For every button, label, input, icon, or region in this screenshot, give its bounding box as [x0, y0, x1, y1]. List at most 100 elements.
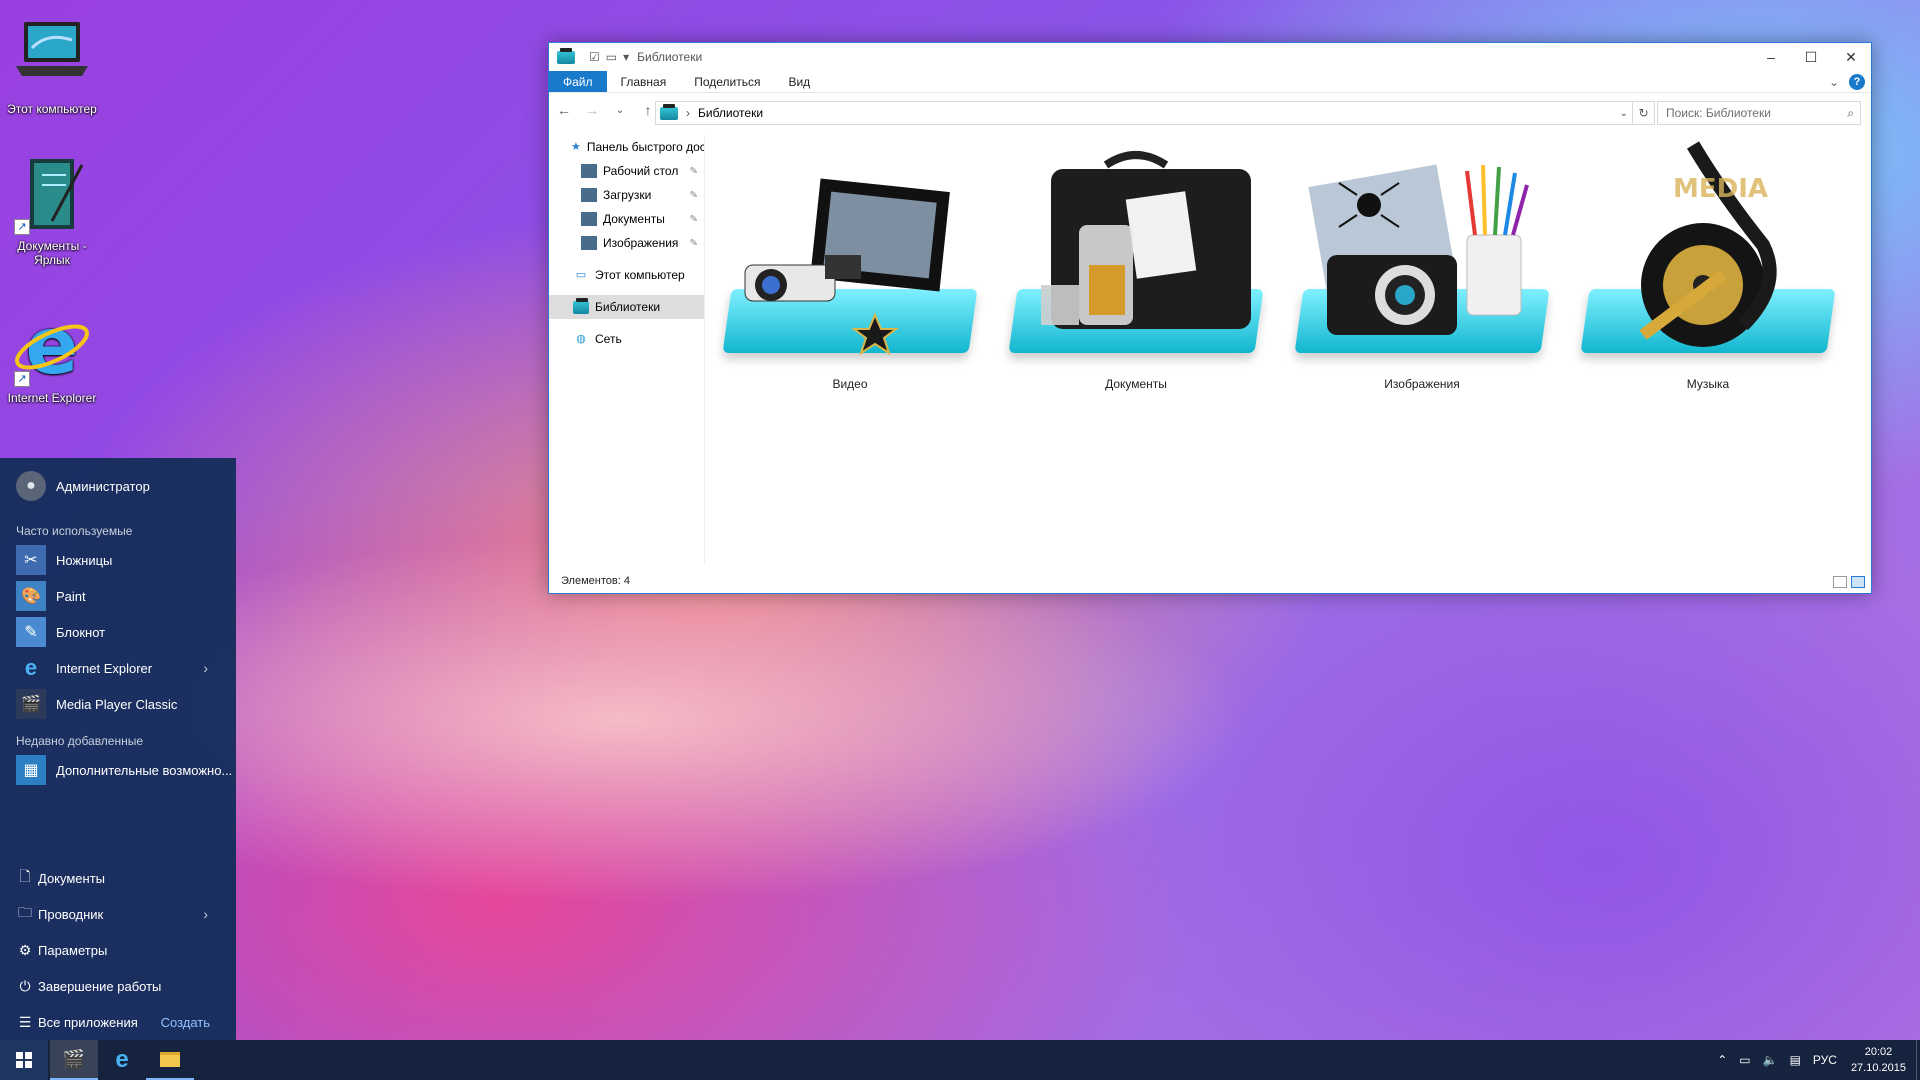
- network-icon[interactable]: ▭: [1739, 1053, 1750, 1067]
- documents-folder-icon: [581, 212, 597, 226]
- star-icon: ★: [571, 141, 581, 153]
- recent-locations-icon[interactable]: ⌄: [613, 105, 627, 116]
- search-input[interactable]: Поиск: Библиотеки ⌕: [1657, 101, 1861, 125]
- chevron-right-icon[interactable]: ›: [203, 660, 208, 676]
- folder-icon: 🗀: [18, 904, 32, 920]
- app-label: Paint: [56, 588, 86, 604]
- language-indicator[interactable]: РУС: [1813, 1053, 1837, 1067]
- nav-label: Загрузки: [603, 188, 652, 202]
- tab-view[interactable]: Вид: [774, 71, 824, 92]
- expand-ribbon-icon[interactable]: ⌄: [1829, 75, 1839, 89]
- libraries-icon: [557, 47, 575, 64]
- start-file-explorer[interactable]: 🗀 Проводник ›: [0, 896, 236, 932]
- properties-icon[interactable]: ☑: [589, 50, 600, 64]
- status-bar-count: Элементов: 4: [561, 575, 630, 587]
- app-additional-features[interactable]: ▦ Дополнительные возможно...: [0, 752, 236, 788]
- nav-libraries[interactable]: Библиотеки: [549, 295, 704, 319]
- nav-network[interactable]: ◍ Сеть: [549, 327, 704, 351]
- show-hidden-icons-icon[interactable]: ⌃: [1717, 1053, 1727, 1067]
- breadcrumb-separator-icon[interactable]: ›: [686, 106, 690, 120]
- shortcut-arrow-icon: ↗: [14, 219, 30, 235]
- app-paint[interactable]: 🎨 Paint: [0, 578, 236, 614]
- clock-date: 27.10.2015: [1850, 1062, 1906, 1074]
- desktop-icon-internet-explorer[interactable]: e ↗ Internet Explorer: [2, 302, 102, 405]
- tab-share[interactable]: Поделиться: [680, 71, 774, 92]
- app-media-player-classic[interactable]: 🎬 Media Player Classic: [0, 686, 236, 722]
- nav-desktop[interactable]: Рабочий стол ✎: [549, 159, 704, 183]
- desktop-icon-documents-shortcut[interactable]: ↗ Документы - Ярлык: [2, 155, 102, 267]
- pin-icon[interactable]: ✎: [690, 190, 698, 201]
- navigation-pane: ★ Панель быстрого доступа Рабочий стол ✎ З…: [549, 135, 705, 565]
- start-all-apps[interactable]: ☰ Все приложения Создать: [0, 1004, 236, 1040]
- ribbon-tabs: Файл Главная Поделиться Вид ⌄ ?: [549, 71, 1871, 93]
- show-desktop-button[interactable]: [1916, 1040, 1920, 1080]
- library-documents[interactable]: Документы: [1001, 135, 1271, 391]
- taskbar-internet-explorer[interactable]: e: [98, 1040, 146, 1080]
- network-icon: ◍: [576, 333, 586, 345]
- new-folder-icon[interactable]: ▭: [606, 50, 617, 64]
- address-bar[interactable]: › Библиотеки ⌄ ↻: [655, 101, 1655, 125]
- app-snipping-tool[interactable]: ✂ Ножницы: [0, 542, 236, 578]
- chevron-right-icon[interactable]: ›: [203, 906, 208, 922]
- start-documents[interactable]: 🗋 Документы: [0, 860, 236, 896]
- app-internet-explorer[interactable]: e Internet Explorer ›: [0, 650, 236, 686]
- internet-explorer-icon: e: [115, 1046, 129, 1073]
- maximize-button[interactable]: ☐: [1791, 43, 1831, 71]
- forward-arrow-icon[interactable]: →: [585, 102, 599, 118]
- user-account[interactable]: ● Администратор: [0, 458, 236, 514]
- help-icon[interactable]: ?: [1849, 74, 1865, 90]
- taskbar-media-player[interactable]: 🎬: [50, 1040, 98, 1080]
- app-notepad[interactable]: ✎ Блокнот: [0, 614, 236, 650]
- pin-icon[interactable]: ✎: [690, 214, 698, 225]
- media-player-icon: 🎬: [16, 689, 46, 719]
- start-power[interactable]: ⏻ Завершение работы: [0, 968, 236, 1004]
- breadcrumb-libraries[interactable]: Библиотеки: [698, 106, 763, 120]
- app-label: Дополнительные возможно...: [56, 762, 233, 778]
- search-icon[interactable]: ⌕: [1847, 106, 1854, 121]
- documents-library-icon: [1001, 135, 1271, 375]
- window-title: Библиотеки: [637, 50, 703, 64]
- library-video[interactable]: Видео: [715, 135, 985, 391]
- tab-home[interactable]: Главная: [607, 71, 681, 92]
- nav-this-pc[interactable]: ▭ Этот компьютер: [549, 263, 704, 287]
- clock[interactable]: 20:02 27.10.2015: [1851, 1044, 1906, 1076]
- close-button[interactable]: ✕: [1831, 43, 1871, 71]
- taskbar-file-explorer[interactable]: [146, 1040, 194, 1080]
- desktop-icon-label: Этот компьютер: [7, 102, 97, 116]
- desktop-icon-label: Документы - Ярлык: [17, 239, 87, 267]
- action-center-icon[interactable]: ▤: [1790, 1053, 1801, 1067]
- documents-folder-icon: ↗: [12, 155, 92, 235]
- title-bar[interactable]: ☑ ▭ ▾ Библиотеки – ☐ ✕: [549, 43, 1871, 71]
- explorer-window[interactable]: ☑ ▭ ▾ Библиотеки – ☐ ✕ Файл Главная Поде…: [548, 42, 1872, 594]
- start-settings[interactable]: ⚙ Параметры: [0, 932, 236, 968]
- pin-icon[interactable]: ✎: [690, 166, 698, 177]
- create-link[interactable]: Создать: [161, 1015, 210, 1030]
- up-arrow-icon[interactable]: ↑: [641, 102, 655, 118]
- refresh-icon[interactable]: ↻: [1632, 102, 1654, 124]
- start-item-label: Завершение работы: [38, 978, 162, 994]
- customize-qat-icon[interactable]: ▾: [623, 50, 629, 64]
- media-player-icon: 🎬: [62, 1048, 86, 1069]
- nav-quick-access[interactable]: ★ Панель быстрого доступа: [549, 135, 704, 159]
- laptop-icon: [12, 18, 92, 98]
- start-item-label: Проводник: [38, 906, 104, 922]
- gear-icon: ⚙: [18, 941, 32, 958]
- tab-file[interactable]: Файл: [549, 71, 607, 92]
- internet-explorer-icon: e: [24, 655, 38, 680]
- start-menu: ● Администратор Часто используемые ✂ Нож…: [0, 458, 236, 1040]
- minimize-button[interactable]: –: [1751, 43, 1791, 71]
- back-arrow-icon[interactable]: ←: [557, 102, 571, 118]
- desktop-icon-this-pc[interactable]: Этот компьютер: [2, 18, 102, 116]
- library-images[interactable]: Изображения: [1287, 135, 1557, 391]
- nav-documents[interactable]: Документы ✎: [549, 207, 704, 231]
- details-view-icon[interactable]: [1833, 576, 1847, 588]
- nav-downloads[interactable]: Загрузки ✎: [549, 183, 704, 207]
- library-music[interactable]: MEDIA Музыка: [1573, 135, 1843, 391]
- large-icons-view-icon[interactable]: [1851, 576, 1865, 588]
- svg-text:e: e: [26, 307, 79, 387]
- nav-images[interactable]: Изображения ✎: [549, 231, 704, 255]
- address-dropdown-icon[interactable]: ⌄: [1620, 108, 1628, 119]
- start-button[interactable]: [0, 1040, 48, 1080]
- volume-icon[interactable]: 🔈: [1763, 1053, 1778, 1067]
- pin-icon[interactable]: ✎: [690, 238, 698, 249]
